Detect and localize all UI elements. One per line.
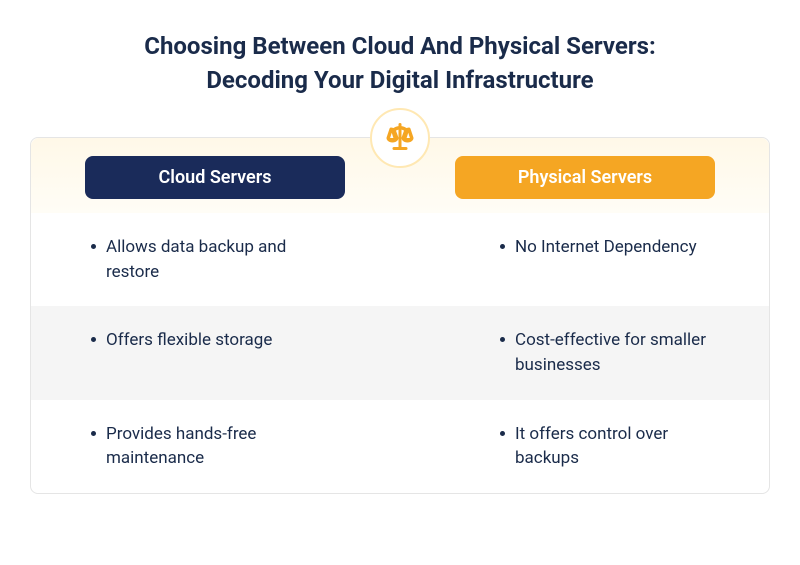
bullet-text: Offers flexible storage bbox=[106, 328, 272, 353]
bullet-dot-icon bbox=[500, 244, 505, 249]
bullet-dot-icon bbox=[500, 431, 505, 436]
page-title: Choosing Between Cloud And Physical Serv… bbox=[30, 30, 770, 97]
physical-cell: No Internet Dependency bbox=[400, 213, 769, 306]
cloud-cell: Provides hands-free maintenance bbox=[31, 400, 400, 493]
bullet-text: Allows data backup and restore bbox=[106, 235, 320, 284]
comparison-row: Provides hands-free maintenance It offer… bbox=[31, 400, 769, 493]
bullet-text: Cost-effective for smaller businesses bbox=[515, 328, 729, 377]
bullet-item: Provides hands-free maintenance bbox=[91, 422, 320, 471]
bullet-dot-icon bbox=[91, 431, 96, 436]
bullet-dot-icon bbox=[91, 244, 96, 249]
cloud-cell: Allows data backup and restore bbox=[31, 213, 400, 306]
bullet-item: It offers control over backups bbox=[500, 422, 729, 471]
comparison-card: Cloud Servers Physical Servers Allows da… bbox=[30, 137, 770, 494]
title-line-2: Decoding Your Digital Infrastructure bbox=[206, 66, 593, 94]
physical-cell: It offers control over backups bbox=[400, 400, 769, 493]
bullet-dot-icon bbox=[91, 337, 96, 342]
scale-svg bbox=[382, 120, 418, 156]
bullet-item: Allows data backup and restore bbox=[91, 235, 320, 284]
bullet-text: It offers control over backups bbox=[515, 422, 729, 471]
bullet-item: No Internet Dependency bbox=[500, 235, 697, 260]
physical-servers-heading: Physical Servers bbox=[455, 156, 715, 199]
comparison-row: Offers flexible storage Cost-effective f… bbox=[31, 306, 769, 399]
balance-scale-icon bbox=[370, 108, 430, 168]
bullet-item: Cost-effective for smaller businesses bbox=[500, 328, 729, 377]
cloud-servers-heading: Cloud Servers bbox=[85, 156, 345, 199]
bullet-text: No Internet Dependency bbox=[515, 235, 697, 260]
cloud-cell: Offers flexible storage bbox=[31, 306, 400, 399]
comparison-rows: Allows data backup and restore No Intern… bbox=[31, 213, 769, 493]
bullet-text: Provides hands-free maintenance bbox=[106, 422, 320, 471]
bullet-dot-icon bbox=[500, 337, 505, 342]
title-line-1: Choosing Between Cloud And Physical Serv… bbox=[144, 32, 656, 60]
bullet-item: Offers flexible storage bbox=[91, 328, 272, 353]
comparison-row: Allows data backup and restore No Intern… bbox=[31, 213, 769, 306]
physical-cell: Cost-effective for smaller businesses bbox=[400, 306, 769, 399]
